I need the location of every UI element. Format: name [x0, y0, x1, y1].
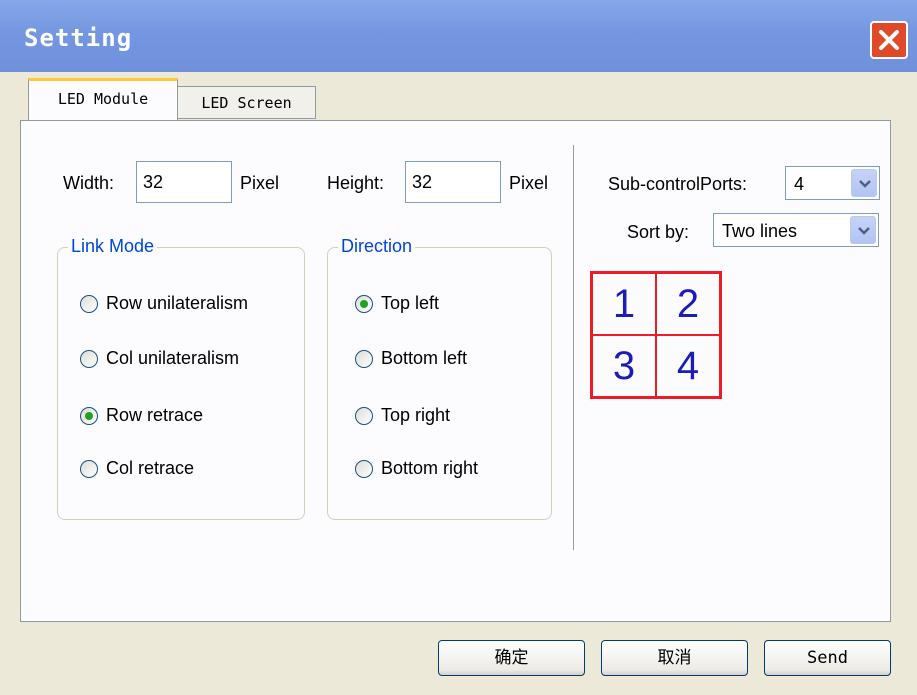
- height-label: Height:: [327, 173, 385, 193]
- radio-circle: [355, 295, 373, 313]
- send-button[interactable]: Send: [764, 640, 891, 676]
- dropdown-button[interactable]: [850, 216, 876, 244]
- vertical-divider: [573, 145, 575, 550]
- radio-label: Row retrace: [106, 405, 204, 425]
- radio-label: Top left: [381, 293, 440, 313]
- sub-control-ports-label: Sub-controlPorts:: [608, 174, 748, 194]
- direction-title: Direction: [338, 236, 416, 257]
- radio-label: Row unilateralism: [106, 293, 249, 313]
- radio-circle: [355, 460, 373, 478]
- radio-label: Bottom right: [381, 458, 479, 478]
- tab-led-module[interactable]: LED Module: [28, 78, 178, 120]
- chevron-down-icon: [858, 227, 870, 235]
- sub-control-ports-value: 4: [794, 174, 805, 194]
- width-input[interactable]: [136, 161, 232, 203]
- radio-circle: [80, 460, 98, 478]
- link-mode-group: Link Mode: [57, 236, 305, 520]
- port-order-grid: 1 2 3 4: [590, 271, 722, 399]
- sort-by-label: Sort by:: [627, 222, 690, 242]
- port-cell: 2: [656, 273, 720, 335]
- dropdown-button[interactable]: [851, 169, 877, 197]
- sort-by-select[interactable]: Two lines: [713, 213, 879, 247]
- radio-label: Col unilateralism: [106, 348, 240, 368]
- radio-label: Top right: [381, 405, 451, 425]
- chevron-down-icon: [859, 180, 871, 188]
- radio-checked-dot: [360, 300, 368, 308]
- radio-checked-dot: [85, 412, 93, 420]
- height-unit-label: Pixel: [509, 173, 549, 193]
- close-button[interactable]: [870, 21, 908, 59]
- sub-control-ports-select[interactable]: 4: [785, 166, 880, 200]
- direction-group: Direction: [327, 236, 552, 520]
- close-icon: [879, 30, 899, 50]
- port-cell: 4: [656, 335, 720, 397]
- width-unit-label: Pixel: [240, 173, 280, 193]
- radio-circle: [355, 407, 373, 425]
- radio-circle: [80, 407, 98, 425]
- sort-by-value: Two lines: [722, 221, 798, 241]
- setting-dialog: Setting LED Module LED Screen Width: Pix…: [0, 0, 917, 695]
- radio-circle: [355, 350, 373, 368]
- radio-label: Bottom left: [381, 348, 468, 368]
- window-title: Setting: [24, 24, 133, 52]
- title-bar[interactable]: Setting: [0, 0, 917, 72]
- link-mode-title: Link Mode: [68, 236, 158, 257]
- height-input[interactable]: [405, 161, 501, 203]
- width-label: Width:: [63, 173, 115, 193]
- cancel-button[interactable]: 取消: [601, 640, 748, 676]
- port-cell: 3: [592, 335, 656, 397]
- ok-button[interactable]: 确定: [438, 640, 585, 676]
- radio-circle: [80, 350, 98, 368]
- port-cell: 1: [592, 273, 656, 335]
- tab-led-screen[interactable]: LED Screen: [178, 86, 316, 119]
- radio-label: Col retrace: [106, 458, 195, 478]
- radio-circle: [80, 295, 98, 313]
